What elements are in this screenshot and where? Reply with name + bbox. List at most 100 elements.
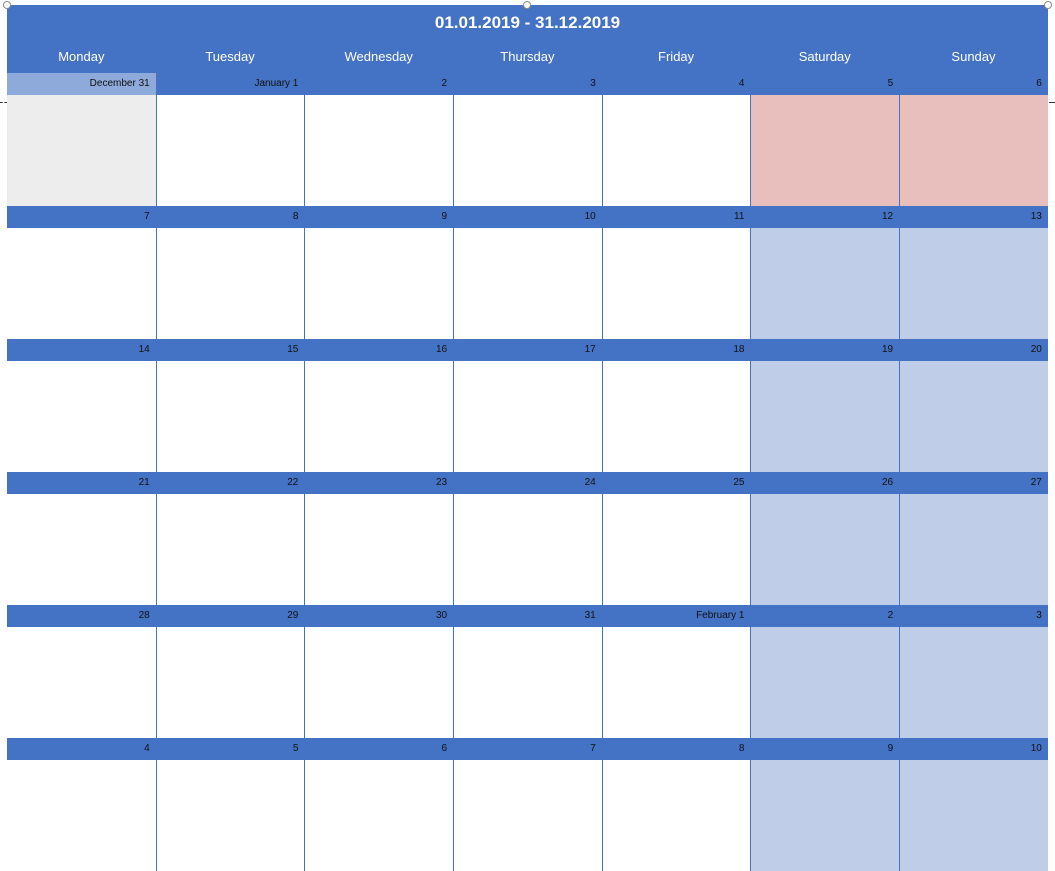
day-cell[interactable]: 2	[304, 73, 454, 206]
day-cell[interactable]: 29	[155, 605, 305, 738]
day-cell[interactable]: 26	[750, 472, 900, 605]
day-content-area[interactable]	[304, 95, 454, 206]
day-content-area[interactable]	[750, 494, 900, 605]
day-cell[interactable]: 16	[304, 339, 454, 472]
day-cell[interactable]: 4	[601, 73, 751, 206]
day-content-area[interactable]	[750, 361, 900, 472]
day-cell[interactable]: 30	[304, 605, 454, 738]
day-content-area[interactable]	[750, 760, 900, 871]
day-cell[interactable]: 19	[750, 339, 900, 472]
day-cell[interactable]: 23	[304, 472, 454, 605]
day-content-area[interactable]	[304, 760, 454, 871]
day-cell[interactable]: 2	[750, 605, 900, 738]
day-content-area[interactable]	[155, 760, 305, 871]
resize-handle-top-left[interactable]	[3, 1, 11, 9]
day-content-area[interactable]	[899, 228, 1048, 339]
weekday-wednesday: Wednesday	[344, 49, 413, 64]
day-content-area[interactable]	[601, 95, 751, 206]
day-cell[interactable]: 8	[601, 738, 751, 871]
day-content-area[interactable]	[601, 228, 751, 339]
day-content-area[interactable]	[899, 627, 1048, 738]
page-break-marker-right	[1049, 102, 1055, 103]
day-content-area[interactable]	[7, 361, 156, 472]
day-cell[interactable]: 6	[899, 73, 1048, 206]
day-content-area[interactable]	[7, 760, 156, 871]
resize-handle-top-right[interactable]	[1044, 1, 1052, 9]
resize-handle-top-center[interactable]	[523, 1, 531, 9]
day-cell[interactable]: 14	[7, 339, 156, 472]
day-cell[interactable]: 9	[750, 738, 900, 871]
day-content-area[interactable]	[899, 361, 1048, 472]
day-content-area[interactable]	[155, 494, 305, 605]
day-content-area[interactable]	[453, 760, 602, 871]
day-cell[interactable]: January 1	[155, 73, 305, 206]
day-content-area[interactable]	[453, 228, 602, 339]
day-content-area[interactable]	[750, 95, 900, 206]
day-cell[interactable]: 4	[7, 738, 156, 871]
day-cell[interactable]: 9	[304, 206, 454, 339]
day-cell[interactable]: 11	[601, 206, 751, 339]
day-cell[interactable]: 6	[304, 738, 454, 871]
day-cell[interactable]: 5	[155, 738, 305, 871]
weekday-friday: Friday	[658, 49, 695, 64]
day-cell[interactable]: 15	[155, 339, 305, 472]
day-content-area[interactable]	[453, 494, 602, 605]
day-content-area[interactable]	[155, 627, 305, 738]
day-content-area[interactable]	[155, 228, 305, 339]
day-cell[interactable]: 10	[899, 738, 1048, 871]
day-cell[interactable]: 22	[155, 472, 305, 605]
day-date-label: 6	[899, 73, 1048, 95]
day-cell[interactable]: 7	[7, 206, 156, 339]
day-content-area[interactable]	[453, 95, 602, 206]
day-cell[interactable]: 18	[601, 339, 751, 472]
day-content-area[interactable]	[899, 494, 1048, 605]
day-cell[interactable]: 8	[155, 206, 305, 339]
day-content-area[interactable]	[304, 361, 454, 472]
day-content-area[interactable]	[899, 760, 1048, 871]
day-cell[interactable]: 24	[453, 472, 602, 605]
day-cell[interactable]: 7	[453, 738, 602, 871]
day-cell[interactable]: 13	[899, 206, 1048, 339]
day-content-area[interactable]	[899, 95, 1048, 206]
day-cell[interactable]: 20	[899, 339, 1048, 472]
day-date-label: 8	[601, 738, 751, 760]
day-content-area[interactable]	[601, 361, 751, 472]
day-content-area[interactable]	[453, 627, 602, 738]
day-cell[interactable]: 3	[453, 73, 602, 206]
day-content-area[interactable]	[7, 494, 156, 605]
day-cell[interactable]: February 1	[601, 605, 751, 738]
day-date-label: 27	[899, 472, 1048, 494]
day-cell[interactable]: 10	[453, 206, 602, 339]
day-content-area[interactable]	[7, 627, 156, 738]
day-date-label: 8	[155, 206, 305, 228]
day-content-area[interactable]	[453, 361, 602, 472]
day-cell[interactable]: 12	[750, 206, 900, 339]
weekday-thursday: Thursday	[500, 49, 555, 64]
weekday-monday: Monday	[58, 49, 105, 64]
day-date-label: 2	[304, 73, 454, 95]
day-content-area[interactable]	[304, 494, 454, 605]
day-cell[interactable]: 25	[601, 472, 751, 605]
day-cell[interactable]: 31	[453, 605, 602, 738]
day-date-label: 12	[750, 206, 900, 228]
day-cell[interactable]: 28	[7, 605, 156, 738]
day-content-area[interactable]	[304, 228, 454, 339]
day-content-area[interactable]	[7, 228, 156, 339]
day-content-area[interactable]	[155, 95, 305, 206]
day-cell[interactable]: 5	[750, 73, 900, 206]
day-content-area[interactable]	[304, 627, 454, 738]
day-content-area[interactable]	[155, 361, 305, 472]
day-content-area[interactable]	[7, 95, 156, 206]
day-cell[interactable]: December 31	[7, 73, 156, 206]
day-date-label: 4	[601, 73, 751, 95]
day-cell[interactable]: 21	[7, 472, 156, 605]
day-content-area[interactable]	[750, 627, 900, 738]
day-content-area[interactable]	[601, 627, 751, 738]
day-content-area[interactable]	[750, 228, 900, 339]
day-content-area[interactable]	[601, 494, 751, 605]
day-content-area[interactable]	[601, 760, 751, 871]
day-cell[interactable]: 17	[453, 339, 602, 472]
day-date-label: 18	[601, 339, 751, 361]
day-cell[interactable]: 3	[899, 605, 1048, 738]
day-cell[interactable]: 27	[899, 472, 1048, 605]
